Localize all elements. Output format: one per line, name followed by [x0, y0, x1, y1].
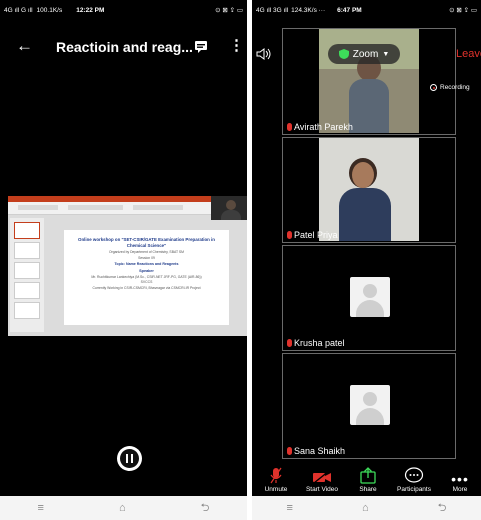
participant-name: Krusha patel: [287, 338, 345, 348]
avatar: [350, 385, 390, 425]
participant-name: Sana Shaikh: [287, 446, 345, 456]
left-nav-bar: ≡ ⌂ ⮌: [0, 496, 247, 520]
slide-speaker: Mr. Ruchitkumar Lankechiya (M.Sc., CSIR-…: [91, 275, 202, 279]
recording-icon: [430, 84, 437, 91]
pause-button[interactable]: [117, 446, 142, 471]
chevron-down-icon: ▼: [382, 50, 390, 58]
slide-topic: Topic: Name Reactions and Reagents: [114, 262, 179, 266]
right-phone-screen: 4G ıll 3G ıll 124.3K/s ··· 6:47 PM ⊙ ⊠ ⇪…: [252, 0, 481, 496]
participant-tile[interactable]: Sana Shaikh: [282, 353, 456, 459]
speaker-icon[interactable]: [256, 48, 272, 60]
current-slide: Online workshop on "SET-CSIR/GATE Examin…: [64, 230, 229, 325]
more-button[interactable]: ••• More: [438, 466, 481, 493]
presenter-video: [211, 196, 247, 220]
status-icons: ⊙ ⊠ ⇪ ▭: [215, 7, 243, 14]
leave-button[interactable]: Leave: [456, 48, 481, 60]
pause-icon: [120, 449, 139, 468]
mic-muted-icon: [287, 231, 292, 239]
slide-footer: Currently Working in CSIR-CSMCRI, Bhavna…: [92, 286, 201, 290]
slide-thumbnail[interactable]: [14, 302, 40, 319]
status-time: 6:47 PM: [337, 6, 362, 14]
chat-icon[interactable]: [194, 40, 208, 53]
zoom-label: Zoom: [352, 48, 379, 60]
back-icon[interactable]: ⮌: [201, 499, 210, 518]
unmute-button[interactable]: Unmute: [254, 466, 298, 493]
recording-label: Recording: [440, 84, 470, 91]
status-bar: 4G ıll G ıll 100.1K/s 12:22 PM ⊙ ⊠ ⇪ ▭: [0, 0, 247, 20]
slide-speaker-label: Speaker: [139, 269, 154, 273]
right-nav-bar: ≡ ⌂ ⮌: [252, 496, 481, 520]
mic-muted-icon: [287, 339, 292, 347]
participants-button[interactable]: Participants: [392, 466, 436, 493]
back-arrow-icon[interactable]: ←: [16, 36, 33, 56]
slide-thumbnail[interactable]: [14, 262, 40, 279]
mic-muted-icon: [270, 467, 282, 484]
participant-name: Avirath Parekh: [287, 122, 353, 132]
back-icon[interactable]: ⮌: [438, 499, 447, 518]
overflow-menu-icon[interactable]: ⋮: [229, 36, 244, 54]
mic-muted-icon: [287, 447, 292, 455]
avatar: [350, 277, 390, 317]
network-speed: 100.1K/s: [36, 6, 63, 14]
left-phone-screen: 4G ıll G ıll 100.1K/s 12:22 PM ⊙ ⊠ ⇪ ▭ ←…: [0, 0, 247, 496]
slide-session: Session 09: [138, 256, 155, 260]
more-icon: •••: [451, 471, 469, 487]
participant-tile[interactable]: Krusha patel: [282, 245, 456, 351]
video-off-icon: [313, 471, 331, 484]
participant-tile[interactable]: Patel Priya: [282, 137, 456, 243]
start-video-button[interactable]: Start Video: [300, 466, 344, 493]
app-header: ← Reactioin and reag... ⋮: [0, 28, 247, 64]
share-icon: [360, 467, 376, 484]
network-indicator: 4G ıll G ıll: [4, 6, 33, 14]
network-speed: 124.3K/s ···: [291, 6, 326, 14]
shared-screen: Online workshop on "SET-CSIR/GATE Examin…: [8, 196, 247, 336]
participants-icon: [404, 467, 424, 483]
slide-title: Online workshop on "SET-CSIR/GATE Examin…: [78, 237, 215, 248]
menu-icon[interactable]: ≡: [38, 502, 44, 514]
participant-name: Patel Priya: [287, 230, 338, 240]
slide-thumbnail[interactable]: [14, 222, 40, 239]
slide-speaker-affiliation: SVCCS: [140, 280, 153, 284]
page-title: Reactioin and reag...: [56, 39, 193, 55]
shield-icon: [338, 49, 349, 59]
status-bar: 4G ıll 3G ıll 124.3K/s ··· 6:47 PM ⊙ ⊠ ⇪…: [252, 0, 481, 20]
network-indicator: 4G ıll 3G ıll: [256, 6, 289, 14]
home-icon[interactable]: ⌂: [362, 502, 369, 514]
participant-video: [319, 138, 419, 241]
slide-org: Organized by Department of Chemistry, SB…: [109, 250, 184, 254]
recording-indicator: Recording: [430, 84, 470, 91]
slide-thumbnail[interactable]: [14, 242, 40, 259]
status-icons: ⊙ ⊠ ⇪ ▭: [449, 7, 477, 14]
slide-thumbnails: [10, 218, 44, 332]
share-button[interactable]: Share: [346, 466, 390, 493]
menu-icon[interactable]: ≡: [287, 502, 293, 514]
mic-muted-icon: [287, 123, 292, 131]
slide-thumbnail[interactable]: [14, 282, 40, 299]
status-time: 12:22 PM: [76, 6, 105, 14]
zoom-dropdown[interactable]: Zoom ▼: [328, 44, 400, 64]
home-icon[interactable]: ⌂: [119, 502, 126, 514]
